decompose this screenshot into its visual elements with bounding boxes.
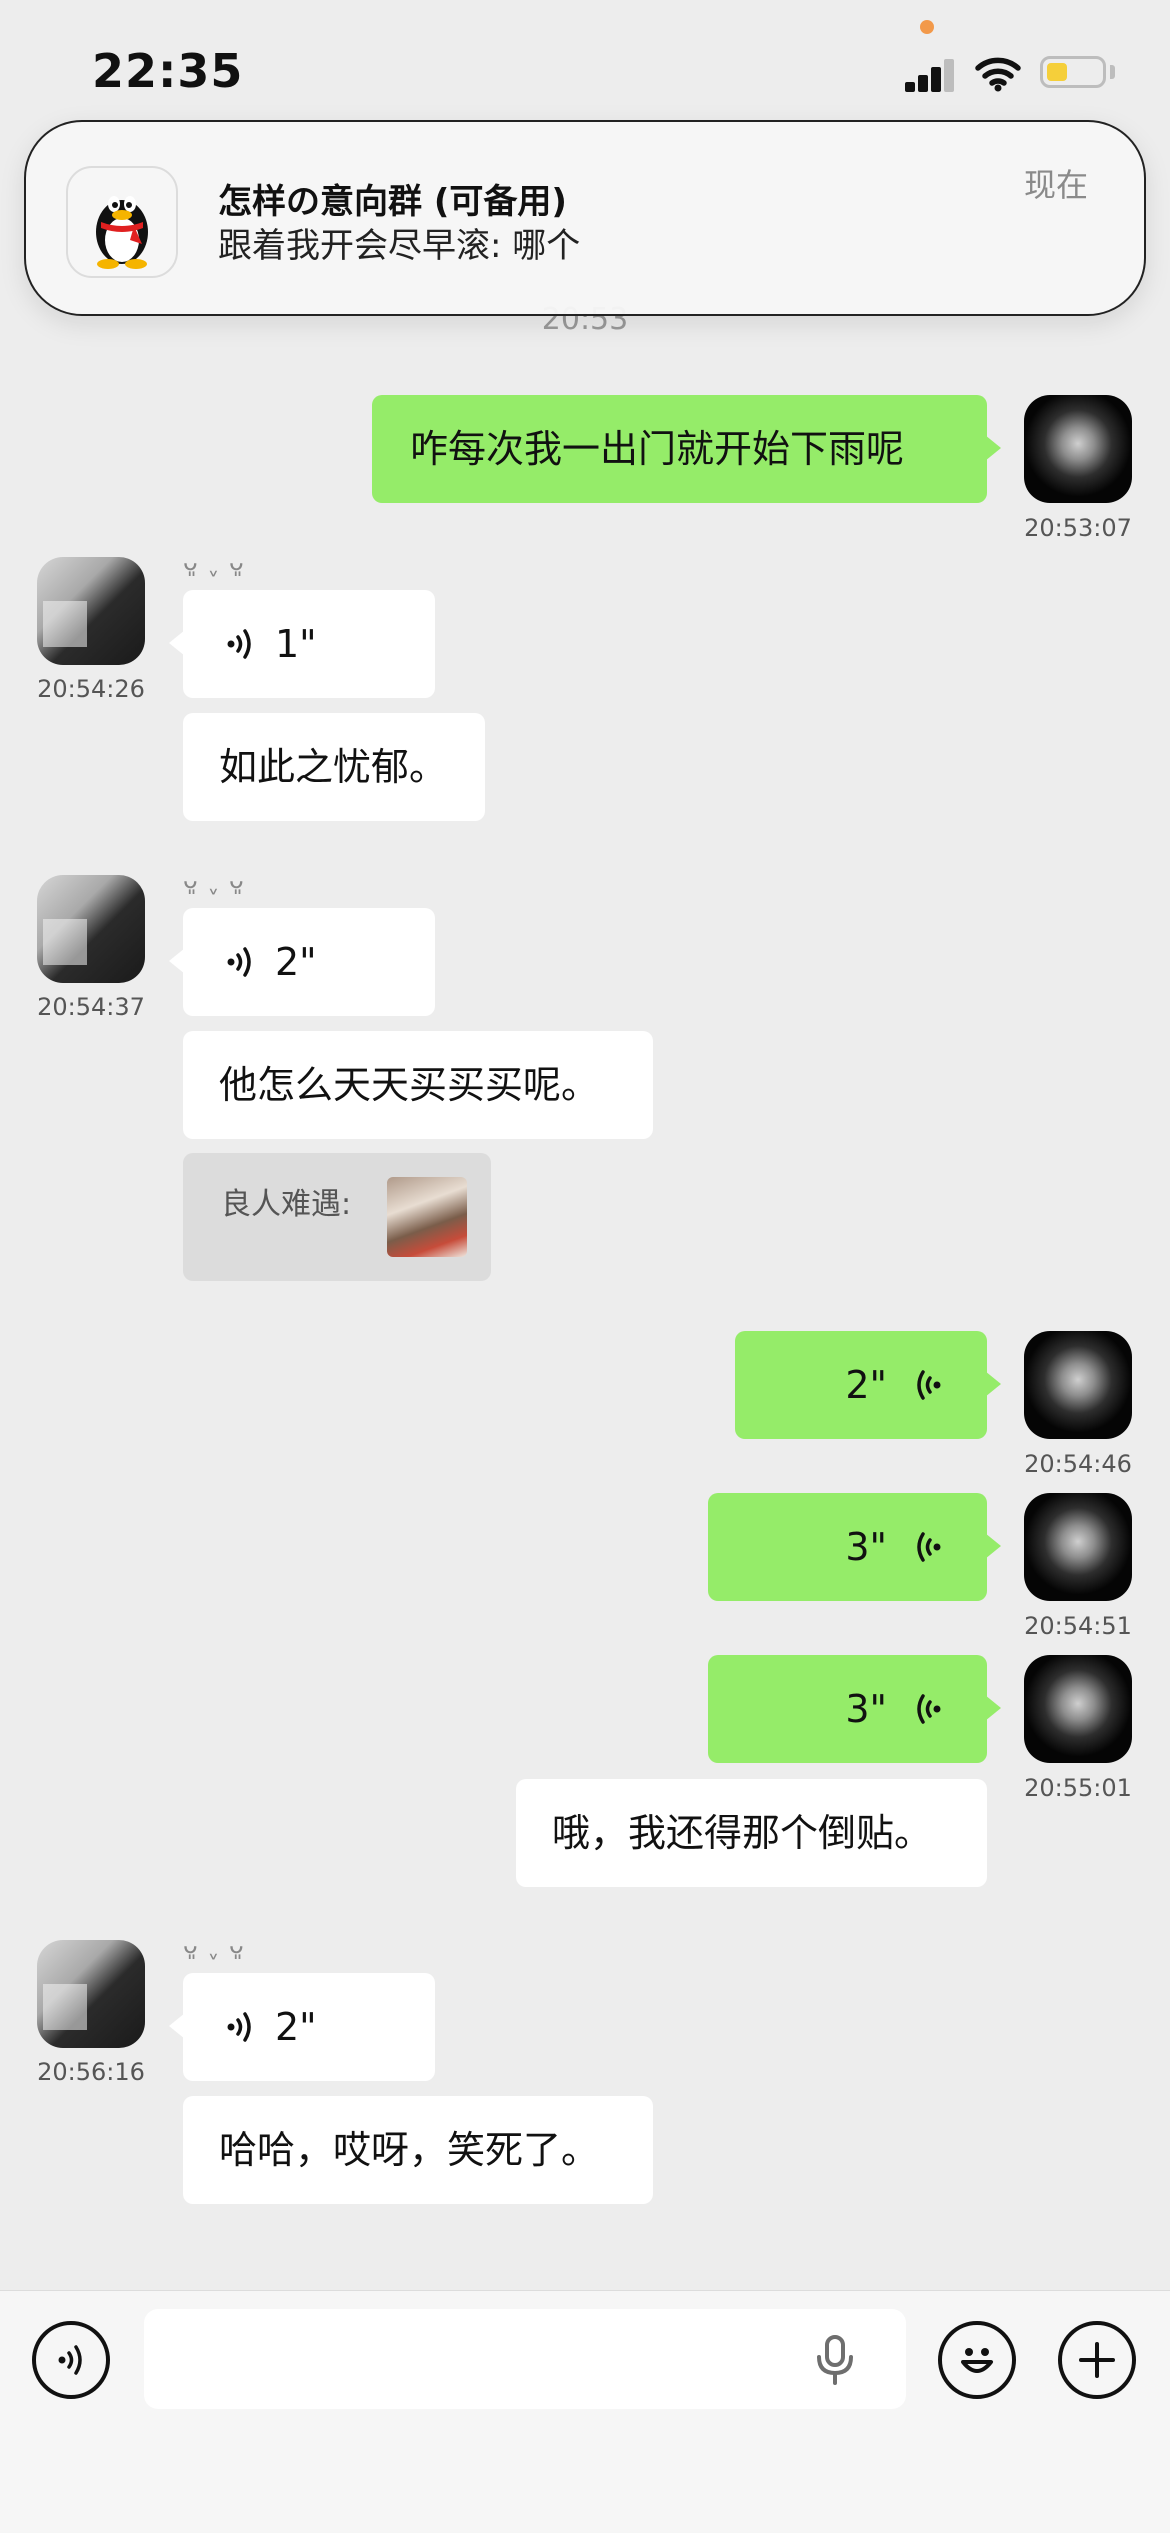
message-text-input[interactable]	[144, 2309, 906, 2409]
notification-banner[interactable]: 怎样の意向群 (可备用) 跟着我开会尽早滚: 哪个 现在	[24, 120, 1146, 316]
voice-wave-icon	[227, 2012, 251, 2042]
voice-wave-icon	[227, 629, 251, 659]
voice-message[interactable]: 1"	[169, 590, 435, 698]
qq-penguin-icon	[66, 166, 178, 278]
voice-wave-icon	[917, 1532, 941, 1562]
quoted-sender: 良人难遇:	[221, 1187, 352, 1222]
sender-nickname: ᴗ͈ ˬ ᴗ͈	[183, 548, 245, 576]
voice-duration: 2"	[845, 1363, 887, 1407]
voice-mode-button[interactable]	[32, 2321, 110, 2399]
more-options-button[interactable]	[1058, 2321, 1136, 2399]
message-text: 哦，我还得那个倒贴。	[552, 1811, 933, 1855]
microphone-icon[interactable]	[812, 2333, 858, 2387]
message-bubble-other[interactable]: 哈哈，哎呀，笑死了。	[183, 2096, 653, 2204]
voice-message[interactable]: 2"	[169, 908, 435, 1016]
battery-icon	[1040, 56, 1106, 88]
message-time: 20:54:51	[1024, 1612, 1132, 1640]
battery-cap	[1110, 65, 1115, 79]
plus-icon	[1079, 2342, 1115, 2378]
status-time: 22:35	[92, 44, 244, 98]
contact-avatar[interactable]	[37, 875, 145, 983]
contact-avatar[interactable]	[37, 557, 145, 665]
message-bubble-other[interactable]: 如此之忧郁。	[183, 713, 485, 821]
quoted-reply-card[interactable]: 良人难遇:	[183, 1153, 491, 1281]
cellular-signal-icon	[905, 58, 955, 92]
message-text: 如此之忧郁。	[219, 745, 448, 789]
message-text: 他怎么天天买买买呢。	[219, 1063, 600, 1107]
voice-message-mine[interactable]: 3"	[708, 1655, 1001, 1763]
message-time: 20:56:16	[37, 2058, 145, 2086]
contact-avatar[interactable]	[37, 1940, 145, 2048]
message-time: 20:54:37	[37, 993, 145, 1021]
my-avatar[interactable]	[1024, 1493, 1132, 1601]
voice-duration: 2"	[275, 940, 317, 984]
quoted-image-thumbnail[interactable]	[387, 1177, 467, 1257]
my-avatar[interactable]	[1024, 395, 1132, 503]
voice-message-mine[interactable]: 2"	[735, 1331, 1001, 1439]
voice-wave-icon	[227, 947, 251, 977]
message-bubble-mine[interactable]: 咋每次我一出门就开始下雨呢	[372, 395, 1001, 503]
my-avatar[interactable]	[1024, 1331, 1132, 1439]
message-time: 20:54:26	[37, 675, 145, 703]
privacy-indicator-dot	[920, 20, 934, 34]
voice-message[interactable]: 2"	[169, 1973, 435, 2081]
voice-duration: 3"	[845, 1687, 887, 1731]
voice-message-mine[interactable]: 3"	[708, 1493, 1001, 1601]
notification-body: 跟着我开会尽早滚: 哪个	[218, 226, 581, 266]
smiley-face-icon	[961, 2348, 993, 2373]
message-bubble-other[interactable]: 他怎么天天买买买呢。	[183, 1031, 653, 1139]
voice-duration: 2"	[275, 2005, 317, 2049]
message-time: 20:55:01	[1024, 1774, 1132, 1802]
my-avatar[interactable]	[1024, 1655, 1132, 1763]
notification-title: 怎样の意向群 (可备用)	[218, 182, 567, 222]
voice-wave-icon	[917, 1694, 941, 1724]
voice-wave-icon	[58, 2345, 82, 2375]
message-time: 20:53:07	[1024, 514, 1132, 542]
message-text: 咋每次我一出门就开始下雨呢	[410, 427, 905, 471]
voice-duration: 1"	[275, 622, 317, 666]
message-bubble-right-white[interactable]: 哦，我还得那个倒贴。	[516, 1779, 987, 1887]
voice-duration: 3"	[845, 1525, 887, 1569]
message-text: 哈哈，哎呀，笑死了。	[219, 2128, 600, 2172]
chat-input-bar	[0, 2290, 1170, 2533]
emoji-button[interactable]	[938, 2321, 1016, 2399]
notification-time: 现在	[1024, 166, 1089, 204]
message-time: 20:54:46	[1024, 1450, 1132, 1478]
voice-wave-icon	[917, 1370, 941, 1400]
wifi-icon	[975, 57, 1021, 92]
sender-nickname: ᴗ͈ ˬ ᴗ͈	[183, 866, 245, 894]
sender-nickname: ᴗ͈ ˬ ᴗ͈	[183, 1931, 245, 1959]
